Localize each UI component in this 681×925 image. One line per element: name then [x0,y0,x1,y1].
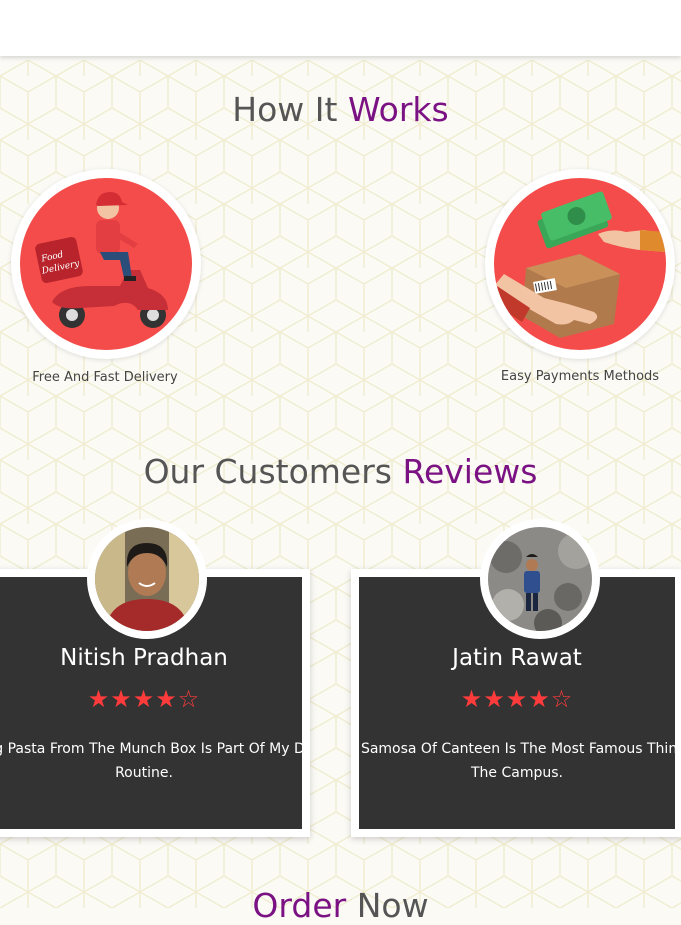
payment-exchange-icon [494,191,666,338]
star-rating: ★★★★☆ [460,685,574,713]
delivery-step-image: Food Delivery [11,169,201,359]
reviewer-avatar [480,519,600,639]
payment-step-image [485,169,675,359]
reviews-title: Our Customers Reviews [143,452,538,491]
how-it-works-title: How It Works [232,90,449,129]
reviewer-name: Jatin Rawat [452,645,582,671]
delivery-scooter-icon: Food Delivery [35,192,168,328]
order-now-title: Order Now [252,886,429,925]
reviewer-photo [488,527,592,631]
star-rating: ★★★★☆ [87,685,201,713]
top-navigation-bar [0,0,681,56]
payment-step-label: Easy Payments Methods [500,369,660,384]
review-text: The Samosa Of Canteen Is The Most Famous… [359,741,678,781]
review-text: Eating Pasta From The Munch Box Is Part … [0,741,305,781]
reviewer-avatar [87,519,207,639]
reviewer-photo [95,527,199,631]
delivery-step-label: Free And Fast Delivery [32,370,178,385]
reviewer-name: Nitish Pradhan [60,645,228,671]
